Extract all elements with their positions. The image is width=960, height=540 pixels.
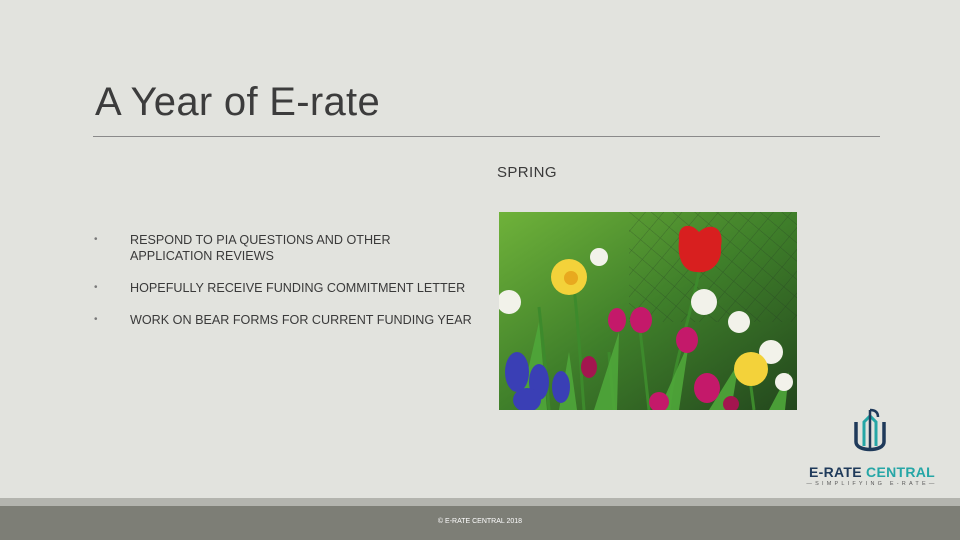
bullet-text: HOPEFULLY RECEIVE FUNDING COMMITMENT LET… bbox=[130, 281, 466, 295]
title-divider bbox=[93, 136, 880, 137]
logo-wordmark: E-RATE CENTRAL bbox=[806, 464, 938, 480]
bullet-list: • RESPOND TO PIA QUESTIONS AND OTHER APP… bbox=[92, 232, 472, 344]
bullet-item: • WORK ON BEAR FORMS FOR CURRENT FUNDING… bbox=[92, 312, 472, 328]
company-logo: E-RATE CENTRAL —SIMPLIFYING E-RATE— bbox=[806, 408, 938, 488]
bullet-item: • HOPEFULLY RECEIVE FUNDING COMMITMENT L… bbox=[92, 280, 472, 296]
logo-name-accent: CENTRAL bbox=[866, 464, 936, 480]
logo-mark-icon bbox=[854, 408, 886, 452]
footer-band bbox=[0, 498, 960, 506]
logo-name-primary: E-RATE bbox=[808, 464, 867, 480]
bullet-text: WORK ON BEAR FORMS FOR CURRENT FUNDING Y… bbox=[130, 313, 472, 327]
section-heading: SPRING bbox=[497, 164, 557, 181]
bullet-icon: • bbox=[94, 234, 98, 245]
slide-title: A Year of E-rate bbox=[95, 80, 380, 124]
bullet-icon: • bbox=[94, 282, 98, 293]
spring-flowers-photo bbox=[499, 212, 797, 410]
copyright-text: © E-RATE CENTRAL 2018 bbox=[437, 518, 523, 525]
bullet-icon: • bbox=[94, 314, 98, 325]
bullet-item: • RESPOND TO PIA QUESTIONS AND OTHER APP… bbox=[92, 232, 472, 264]
logo-tagline: —SIMPLIFYING E-RATE— bbox=[806, 481, 938, 487]
bullet-text: RESPOND TO PIA QUESTIONS AND OTHER APPLI… bbox=[130, 233, 391, 263]
